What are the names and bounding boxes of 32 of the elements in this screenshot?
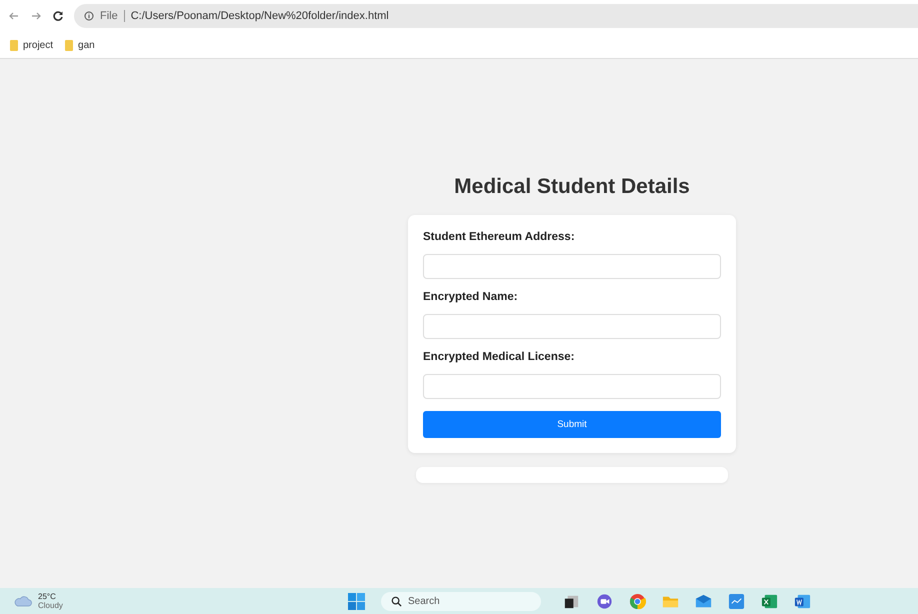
back-icon[interactable] xyxy=(8,10,20,22)
mail-icon[interactable] xyxy=(695,593,712,610)
page-title: Medical Student Details xyxy=(454,175,690,199)
field-label: Encrypted Name: xyxy=(423,291,519,303)
app-icon[interactable] xyxy=(728,593,745,610)
start-icon[interactable] xyxy=(348,593,365,610)
forward-icon[interactable] xyxy=(30,10,42,22)
input-field[interactable] xyxy=(423,314,721,339)
browser-icon[interactable] xyxy=(629,593,646,610)
bookmark[interactable]: gan xyxy=(65,40,95,50)
document-icon[interactable] xyxy=(794,593,811,610)
input-field[interactable] xyxy=(423,254,721,279)
cloud-icon[interactable] xyxy=(14,596,32,606)
weather-text: Cloudy xyxy=(38,601,63,610)
bookmark[interactable]: project xyxy=(10,40,54,50)
task-view-icon[interactable] xyxy=(563,593,580,610)
folder-icon xyxy=(10,40,18,50)
info-icon[interactable] xyxy=(84,11,94,21)
search-field[interactable]: Search xyxy=(381,592,541,611)
url-text: C:/Users/Poonam/Desktop/New%20folder/index.html xyxy=(130,10,389,22)
temperature-text: 25°C xyxy=(38,592,57,601)
field-label: Encrypted Medical License: xyxy=(423,351,576,363)
input-field[interactable] xyxy=(423,374,721,399)
folder-icon xyxy=(65,40,74,50)
spreadsheet-icon[interactable] xyxy=(761,593,778,610)
submit-button[interactable]: Submit xyxy=(423,411,721,438)
address-bar[interactable]: File C:/Users/Poonam/Desktop/New%20folder/index.html xyxy=(74,4,918,28)
chat-icon[interactable] xyxy=(596,593,613,610)
field-label: Student Ethereum Address: xyxy=(423,231,576,243)
search-icon xyxy=(391,596,402,607)
scheme-label: File xyxy=(100,10,118,22)
reload-icon[interactable] xyxy=(52,10,64,22)
